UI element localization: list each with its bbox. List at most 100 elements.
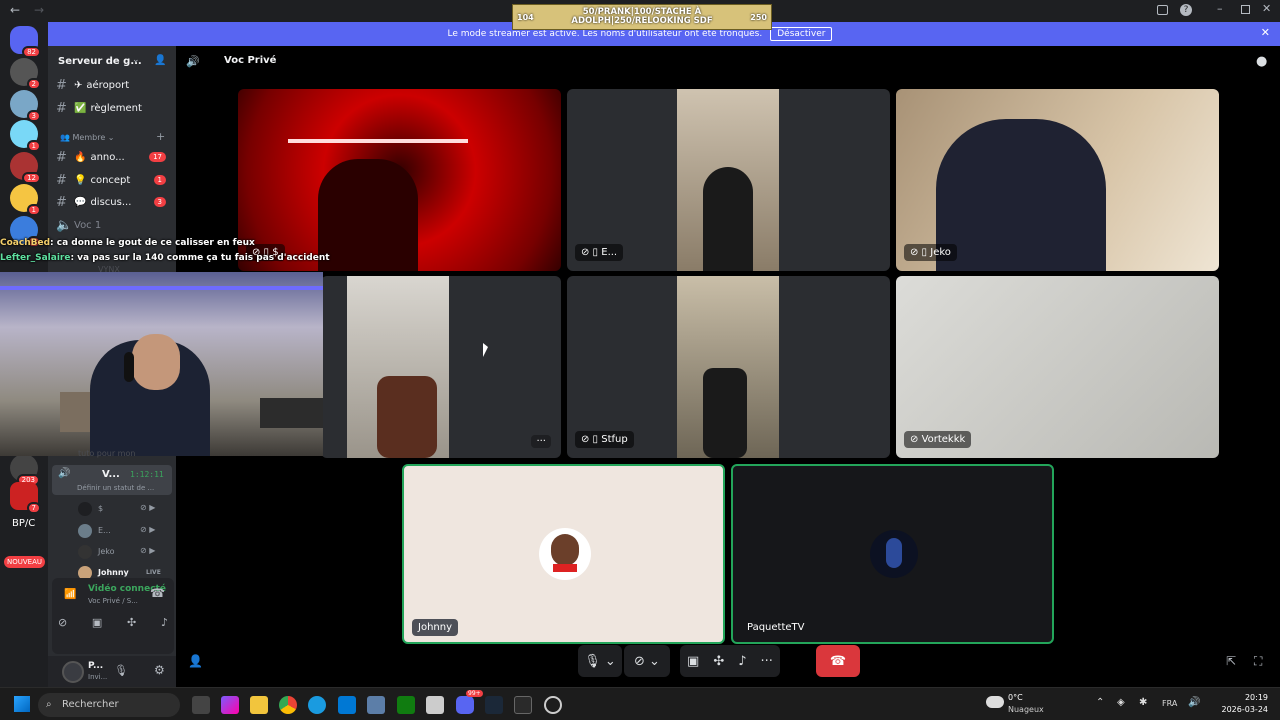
- back-arrow-icon[interactable]: ←: [10, 3, 20, 17]
- voice-member[interactable]: $ ⊘ ▶: [78, 502, 168, 518]
- server-icon[interactable]: 1: [10, 184, 41, 216]
- activity-button-group[interactable]: ▣ ✣ ♪ ···: [680, 645, 780, 677]
- camera-off-icon[interactable]: ⊘: [58, 616, 67, 638]
- chat-user: CoachBed: [0, 238, 51, 248]
- chevron-down-icon[interactable]: ⌄: [132, 55, 140, 65]
- video-tile-johnny[interactable]: Johnny: [402, 464, 725, 644]
- fullscreen-icon[interactable]: ⛶: [1254, 654, 1262, 669]
- inbox-icon[interactable]: [1157, 5, 1168, 15]
- video-tile-3[interactable]: ⊘ ▯ Jeko: [896, 89, 1219, 271]
- voice-status[interactable]: Définir un statut de ...: [77, 484, 154, 492]
- popout-icon[interactable]: ⇱: [1226, 654, 1236, 668]
- forward-arrow-icon[interactable]: →: [34, 3, 44, 17]
- temperature[interactable]: 0°C: [1008, 693, 1023, 702]
- voice-channel-voc1[interactable]: 🔈 Voc 1: [56, 215, 174, 235]
- search-box[interactable]: ⌕ Rechercher: [38, 693, 180, 717]
- invite-icon[interactable]: 👤: [188, 654, 203, 668]
- server-name[interactable]: Serveur de g...: [58, 56, 142, 67]
- help-icon[interactable]: ?: [1180, 4, 1192, 16]
- clock-date[interactable]: 2026-03-24: [1220, 705, 1269, 714]
- disconnect-icon[interactable]: ☎: [150, 586, 165, 600]
- more-icon[interactable]: ···: [761, 654, 773, 669]
- direct-messages-icon[interactable]: 82: [10, 26, 41, 58]
- voice-channel-active[interactable]: 🔊 V... 1:12:11 Définir un statut de ...: [52, 465, 172, 495]
- chrome-icon[interactable]: [279, 696, 297, 714]
- chat-text: : va pas sur la 140 comme ça tu fais pas…: [70, 253, 330, 263]
- steam-icon[interactable]: [485, 696, 503, 714]
- more-options-icon[interactable]: ···: [531, 435, 551, 448]
- member-name: Johnny: [98, 568, 129, 577]
- screen-share-icon[interactable]: ▣: [92, 616, 102, 638]
- microphone-button[interactable]: 🎙 ⌄: [578, 645, 622, 677]
- settings-icon[interactable]: [367, 696, 385, 714]
- clock-time[interactable]: 20:19: [1228, 693, 1268, 702]
- gear-icon[interactable]: ⚙: [154, 663, 165, 677]
- outlook-icon[interactable]: [338, 696, 356, 714]
- add-channel-icon[interactable]: +: [156, 130, 165, 143]
- channel-discussion[interactable]: # 💬 discus... 3: [56, 192, 174, 212]
- channel-label: discus...: [90, 196, 132, 208]
- wifi-volume-icon[interactable]: 🔊: [1188, 697, 1200, 708]
- close-banner-icon[interactable]: ✕: [1261, 26, 1270, 39]
- avatar[interactable]: [62, 661, 84, 683]
- file-explorer-icon[interactable]: [250, 696, 268, 714]
- channel-annonces[interactable]: # 🔥 anno... 17: [56, 147, 174, 167]
- camera-button[interactable]: ⊘ ⌄: [624, 645, 670, 677]
- soundboard-icon[interactable]: ♪: [161, 616, 168, 638]
- server-icon[interactable]: 2: [10, 58, 41, 90]
- channel-title: Voc Privé: [224, 55, 277, 66]
- chevron-up-icon[interactable]: ⌃: [1096, 697, 1104, 708]
- chat-bubble-icon[interactable]: ●: [1256, 54, 1267, 69]
- server-icon[interactable]: 3: [10, 90, 41, 122]
- activities-icon[interactable]: ✣: [713, 654, 724, 669]
- windows-taskbar: ⌕ Rechercher 99+ 0°C Nuageux ⌃ ◈ ✱ FRA 🔊 …: [0, 687, 1280, 720]
- channel-concept[interactable]: # 💡 concept 1: [56, 170, 174, 190]
- video-tile-2[interactable]: ⊘ ▯ E...: [567, 89, 890, 271]
- soundboard-icon[interactable]: ♪: [738, 654, 746, 669]
- connection-subtitle[interactable]: Voc Privé / S...: [88, 597, 138, 605]
- video-tile-4[interactable]: ···: [321, 276, 561, 458]
- xbox-icon[interactable]: [397, 696, 415, 714]
- server-label-bpc[interactable]: BP/C: [12, 518, 35, 529]
- close-icon[interactable]: ✕: [1262, 2, 1271, 15]
- server-icon[interactable]: 1: [10, 120, 41, 152]
- server-icon[interactable]: 12: [10, 152, 41, 184]
- windows-start-icon[interactable]: [14, 696, 30, 712]
- activities-icon[interactable]: ✣: [127, 616, 136, 638]
- server-icon[interactable]: 203: [10, 454, 40, 486]
- language-indicator[interactable]: FRA: [1162, 699, 1177, 708]
- task-view-icon[interactable]: [192, 696, 210, 714]
- server-icon[interactable]: 7: [10, 482, 41, 514]
- store-icon[interactable]: [426, 696, 444, 714]
- discord-taskbar-icon[interactable]: 99+: [456, 690, 483, 714]
- voice-member[interactable]: E... ⊘ ▶: [78, 524, 168, 540]
- app-icon[interactable]: [514, 696, 532, 714]
- video-tile-5[interactable]: ⊘ ▯ Stfup: [567, 276, 890, 458]
- screen-share-icon[interactable]: ▣: [687, 654, 699, 669]
- leave-call-button[interactable]: ☎: [816, 645, 860, 677]
- edge-icon[interactable]: [308, 696, 326, 714]
- add-member-icon[interactable]: 👤: [154, 55, 166, 66]
- category-membre[interactable]: 👥 Membre ⌄: [60, 133, 115, 142]
- copilot-icon[interactable]: [221, 696, 239, 714]
- minimize-icon[interactable]: –: [1217, 2, 1223, 15]
- video-tile-6[interactable]: ⊘ Vortekkk: [896, 276, 1219, 458]
- bluetooth-icon[interactable]: ✱: [1139, 697, 1147, 708]
- channel-reglement[interactable]: # ✅ règlement: [56, 98, 174, 118]
- weather-label[interactable]: Nuageux: [1008, 705, 1044, 714]
- network-icon[interactable]: ◈: [1117, 697, 1125, 708]
- microphone-icon[interactable]: 🎙: [114, 664, 128, 677]
- channel-aeroport[interactable]: # ✈ aéroport: [56, 75, 174, 95]
- video-tile-paquettetv[interactable]: PaquetteTV: [731, 464, 1054, 644]
- maximize-icon[interactable]: [1241, 5, 1250, 14]
- search-icon: ⌕: [46, 699, 52, 710]
- chair-shape: [703, 368, 747, 458]
- channel-emoji: ✈: [74, 79, 83, 91]
- user-status: Invi...: [88, 673, 108, 681]
- obs-icon[interactable]: [544, 696, 562, 714]
- disable-streamer-button[interactable]: Désactiver: [770, 27, 833, 41]
- server-badge: 12: [22, 172, 41, 184]
- signal-icon[interactable]: 📶: [64, 589, 76, 600]
- muted-icon: ⊘ ▯: [910, 247, 931, 258]
- voice-member[interactable]: Jeko ⊘ ▶: [78, 545, 168, 561]
